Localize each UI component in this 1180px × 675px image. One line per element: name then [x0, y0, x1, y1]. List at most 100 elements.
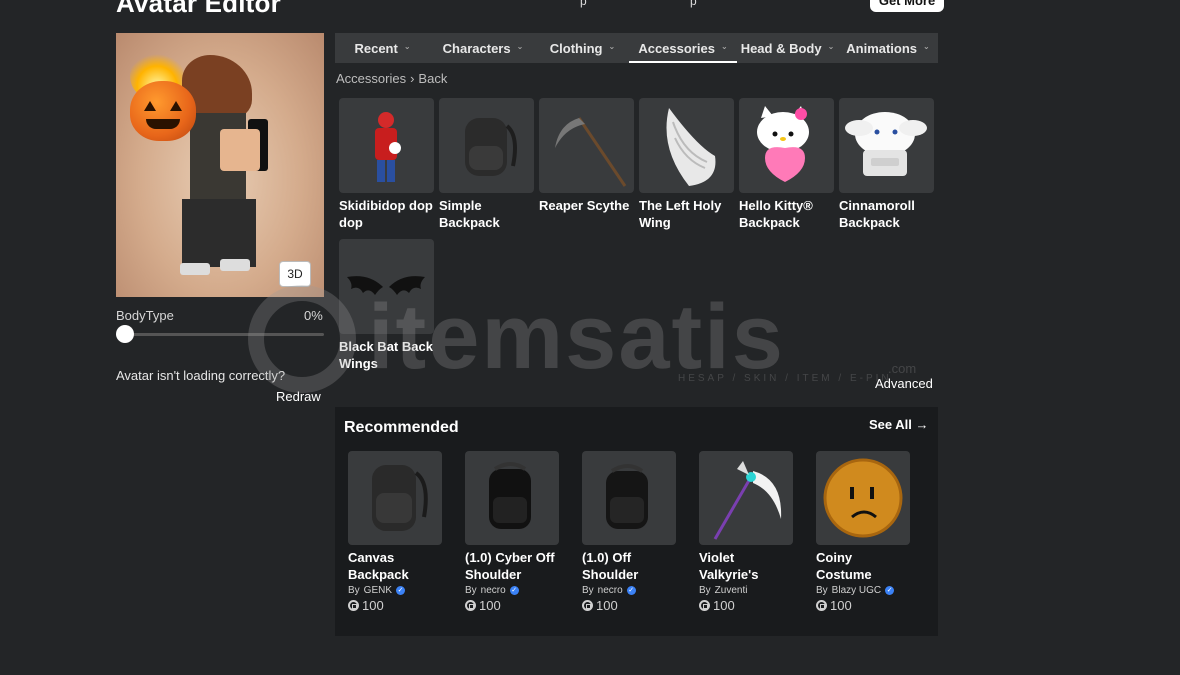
cinnamoroll-icon[interactable] — [839, 98, 934, 193]
item-name: Black Bat Back Wings — [339, 339, 433, 371]
hello-kitty-icon[interactable] — [739, 98, 834, 193]
item-name: Reaper Scythe — [539, 198, 630, 213]
tab-characters[interactable]: Characters ⌄ — [430, 33, 536, 63]
backpack-icon[interactable] — [582, 451, 676, 545]
coin-face-icon[interactable] — [816, 451, 910, 545]
item-card[interactable]: Black Bat Back Wings — [339, 239, 434, 372]
backpack-icon[interactable] — [348, 451, 442, 545]
creator-name[interactable]: GENK — [364, 585, 392, 596]
avatar-preview[interactable] — [116, 33, 324, 297]
page-title: Avatar Editor — [116, 0, 281, 18]
wing-icon[interactable] — [639, 98, 734, 193]
red-character-icon[interactable] — [339, 98, 434, 193]
item-card[interactable]: Cinnamoroll Backpack — [839, 98, 934, 231]
scythe-icon[interactable] — [539, 98, 634, 193]
item-card[interactable]: Reaper Scythe — [539, 98, 634, 214]
item-card[interactable]: Simple Backpack — [439, 98, 534, 231]
tab-animations[interactable]: Animations ⌄ — [838, 33, 938, 63]
creator-line: By necro ✓ — [465, 585, 519, 596]
bodytype-slider-handle[interactable] — [116, 325, 134, 343]
bodytype-value: 0% — [304, 308, 323, 323]
breadcrumb-parent[interactable]: Accessories — [336, 71, 406, 86]
recommended-title: Recommended — [344, 419, 459, 436]
price-line: 100 — [582, 598, 676, 613]
robux-icon — [348, 600, 359, 611]
price-line: 100 — [699, 598, 793, 613]
item-name: Canvas Backpack — [348, 550, 409, 582]
price-line: 100 — [816, 598, 910, 613]
tab-head-body[interactable]: Head & Body ⌄ — [737, 33, 838, 63]
watermark-subtext: HESAP / SKIN / ITEM / E-PIN — [678, 373, 892, 384]
avatar-legs — [182, 199, 256, 267]
avatar-shoe — [220, 259, 250, 271]
item-card[interactable]: The Left Holy Wing — [639, 98, 734, 231]
item-name: Skidibidop dop dop — [339, 198, 433, 230]
item-name: (1.0) Off Shoulder — [582, 550, 639, 582]
scythe-icon[interactable] — [699, 451, 793, 545]
price-line: 100 — [348, 598, 442, 613]
see-all-link[interactable]: See All → — [869, 417, 928, 432]
backpack-icon[interactable] — [465, 451, 559, 545]
tab-recent[interactable]: Recent ⌄ — [335, 33, 430, 63]
robux-icon — [582, 600, 593, 611]
item-name: The Left Holy Wing — [639, 198, 722, 230]
get-more-button[interactable]: Get More — [870, 0, 944, 12]
verified-badge-icon: ✓ — [396, 586, 406, 595]
creator-name[interactable]: Zuventi — [715, 585, 748, 596]
category-tabs: Recent ⌄ Characters ⌄ Clothing ⌄ Accessorie… — [335, 33, 938, 63]
chevron-down-icon: ⌄ — [827, 42, 835, 51]
creator-name[interactable]: necro — [598, 585, 623, 596]
robux-icon — [816, 600, 827, 611]
item-name: Violet Valkyrie's — [699, 550, 759, 582]
creator-name[interactable]: necro — [481, 585, 506, 596]
chevron-down-icon: ⌄ — [403, 42, 411, 51]
recommended-item[interactable]: (1.0) Off Shoulder By necro ✓ 100 — [582, 451, 676, 613]
recommended-section: Recommended See All → Canvas Backpack By… — [335, 407, 938, 636]
pumpkin-head-icon — [130, 81, 196, 141]
recommended-item[interactable]: Coiny Costume By Blazy UGC ✓ 100 — [816, 451, 910, 613]
chevron-down-icon: ⌄ — [516, 42, 524, 51]
recommended-item[interactable]: (1.0) Cyber Off Shoulder By necro ✓ 100 — [465, 451, 559, 613]
bodytype-slider-track[interactable] — [116, 333, 324, 336]
item-name: (1.0) Cyber Off Shoulder — [465, 550, 555, 582]
redraw-link[interactable]: Redraw — [276, 389, 321, 404]
item-name: Coiny Costume — [816, 550, 872, 582]
top-cut-fragment: p — [690, 0, 697, 8]
price-line: 100 — [465, 598, 559, 613]
tab-clothing[interactable]: Clothing ⌄ — [536, 33, 629, 63]
verified-badge-icon: ✓ — [509, 586, 519, 595]
creator-line: By Zuventi — [699, 585, 748, 596]
robux-icon — [465, 600, 476, 611]
item-card[interactable]: Skidibidop dop dop — [339, 98, 434, 231]
breadcrumb: Accessories › Back — [336, 71, 447, 86]
toggle-3d-button[interactable]: 3D — [279, 261, 311, 287]
item-card[interactable]: Hello Kitty® Backpack — [739, 98, 834, 231]
item-name: Hello Kitty® Backpack — [739, 198, 813, 230]
creator-name[interactable]: Blazy UGC — [832, 585, 881, 596]
backpack-icon[interactable] — [439, 98, 534, 193]
verified-badge-icon: ✓ — [626, 586, 636, 595]
breadcrumb-current: Back — [418, 71, 448, 86]
breadcrumb-separator: › — [410, 71, 415, 86]
creator-line: By GENK ✓ — [348, 585, 406, 596]
advanced-link[interactable]: Advanced — [875, 376, 933, 391]
chevron-down-icon: ⌄ — [720, 42, 728, 51]
creator-line: By necro ✓ — [582, 585, 636, 596]
recommended-item[interactable]: Canvas Backpack By GENK ✓ 100 — [348, 451, 442, 613]
avatar-hand — [220, 129, 260, 171]
tab-accessories[interactable]: Accessories ⌄ — [629, 33, 737, 63]
verified-badge-icon: ✓ — [885, 586, 895, 595]
bodytype-label: BodyType — [116, 308, 174, 323]
recommended-item[interactable]: Violet Valkyrie's By Zuventi 100 — [699, 451, 793, 613]
robux-icon — [699, 600, 710, 611]
chevron-down-icon: ⌄ — [923, 42, 930, 51]
avatar-issue-text: Avatar isn't loading correctly? — [116, 368, 286, 383]
creator-line: By Blazy UGC ✓ — [816, 585, 895, 596]
avatar-shoe — [180, 263, 210, 275]
item-name: Simple Backpack — [439, 198, 500, 230]
watermark-domain: .com — [888, 361, 917, 376]
item-name: Cinnamoroll Backpack — [839, 198, 915, 230]
top-cut-fragment: p — [580, 0, 587, 8]
chevron-down-icon: ⌄ — [608, 42, 616, 51]
bat-wings-icon[interactable] — [339, 239, 434, 334]
